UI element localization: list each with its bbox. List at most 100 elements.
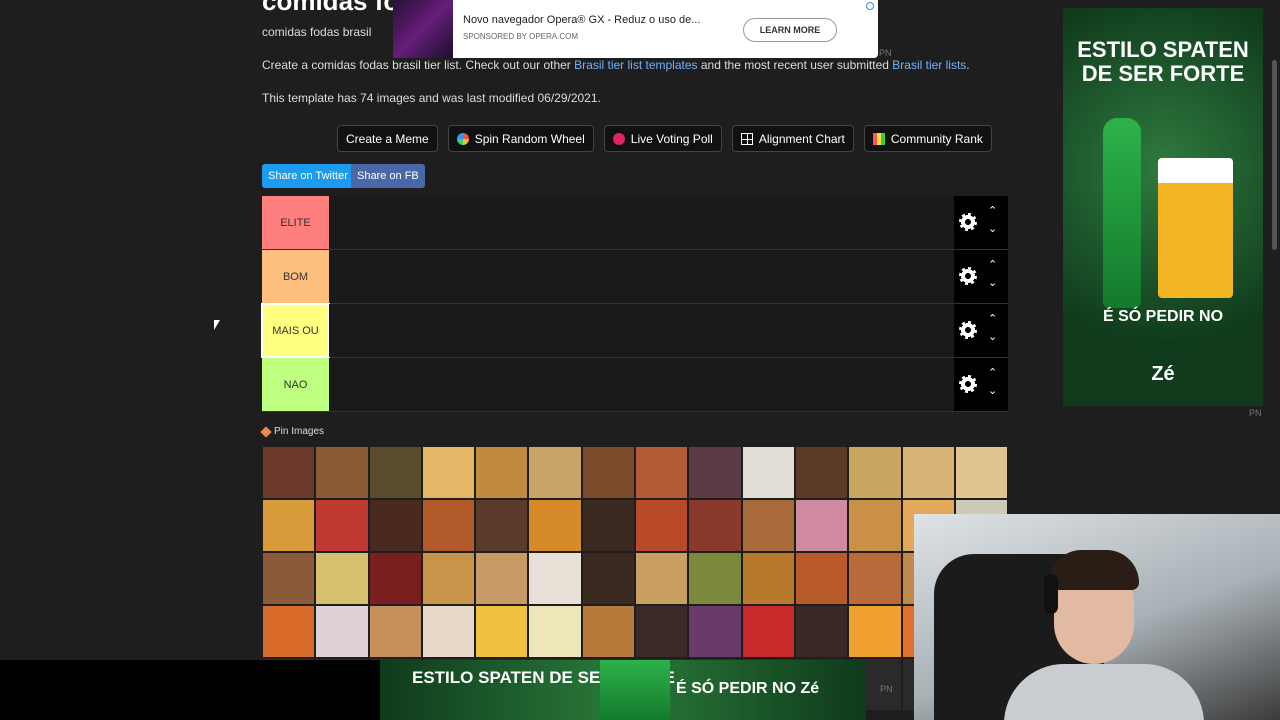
food-image-tile[interactable] [421,446,476,499]
food-image-tile[interactable] [688,605,742,658]
tier-label-nao[interactable]: NAO [262,358,329,411]
share-fb-button[interactable]: Share on FB [351,164,425,188]
ad-learn-more-button[interactable]: LEARN MORE [743,18,837,42]
tier-label-mais-ou[interactable]: MAIS OU [261,303,330,358]
food-image-tile[interactable] [475,446,529,499]
food-image-tile[interactable] [741,605,795,658]
voting-poll-label: Live Voting Poll [630,131,713,146]
food-image-tile[interactable] [262,552,316,605]
chevron-up-icon[interactable]: ⌃ [988,314,997,325]
food-image-tile[interactable] [368,446,422,499]
side-banner-ad[interactable]: ESTILO SPATEN DE SER FORTE É SÓ PEDIR NO… [1063,8,1263,406]
food-image-tile[interactable] [368,499,422,552]
alignment-chart-button[interactable]: Alignment Chart [731,125,854,152]
tier-dropzone[interactable] [329,250,954,303]
food-image-tile[interactable] [421,499,476,552]
food-image-tile[interactable] [528,499,582,552]
food-image-tile[interactable] [368,605,422,658]
wheel-icon [456,132,469,145]
gear-icon[interactable] [959,375,977,393]
food-image-tile[interactable] [262,499,316,552]
rank-icon [872,132,885,145]
action-toolbar: Create a Meme Spin Random Wheel Live Vot… [337,125,992,152]
food-image-tile[interactable] [315,499,369,552]
desc-prefix: Create a comidas fodas brasil tier list.… [262,58,575,72]
food-image-tile[interactable] [581,499,636,552]
food-image-tile[interactable] [581,552,636,605]
food-image-tile[interactable] [848,446,902,499]
tier-list: ELITE ⌃ ⌄ BOM ⌃ ⌄ MAIS OU ⌃ ⌄ NAO ⌃ ⌄ [261,196,1008,412]
tier-label-bom[interactable]: BOM [262,250,329,303]
food-image-tile[interactable] [741,446,795,499]
tier-dropzone[interactable] [329,196,954,249]
tier-label-elite[interactable]: ELITE [262,196,329,249]
food-image-tile[interactable] [848,552,902,605]
tier-dropzone[interactable] [329,358,954,411]
food-image-tile[interactable] [262,446,316,499]
templates-link[interactable]: Brasil tier list templates [574,58,697,72]
food-image-tile[interactable] [315,446,369,499]
food-image-tile[interactable] [794,499,849,552]
chevron-up-icon[interactable]: ⌃ [988,260,997,271]
food-image-tile[interactable] [688,499,742,552]
pin-images-toggle[interactable]: Pin Images [260,425,324,438]
bottom-ad-pn-label: PN [880,684,893,694]
create-meme-button[interactable]: Create a Meme [337,125,438,152]
gear-icon[interactable] [959,321,977,339]
food-image-tile[interactable] [848,499,902,552]
voting-poll-button[interactable]: Live Voting Poll [603,125,722,152]
food-image-tile[interactable] [635,605,689,658]
bottom-banner-ad[interactable]: ESTILO SPATEN DE SER FORTE É SÓ PEDIR NO… [380,660,866,720]
page-scrollbar[interactable] [1272,60,1277,250]
food-image-tile[interactable] [688,446,742,499]
food-image-tile[interactable] [794,552,849,605]
chevron-down-icon[interactable]: ⌄ [988,386,997,397]
chevron-down-icon[interactable]: ⌄ [988,332,997,343]
food-image-tile[interactable] [794,605,849,658]
community-rank-button[interactable]: Community Rank [863,125,992,152]
food-image-tile[interactable] [368,552,422,605]
template-info: This template has 74 images and was last… [262,91,601,105]
chevron-up-icon[interactable]: ⌃ [988,368,997,379]
tier-row: MAIS OU ⌃ ⌄ [261,303,1008,358]
food-image-tile[interactable] [581,605,636,658]
food-image-tile[interactable] [848,605,902,658]
food-image-tile[interactable] [741,499,795,552]
food-image-tile[interactable] [421,605,476,658]
food-image-tile[interactable] [528,446,582,499]
food-image-tile[interactable] [635,499,689,552]
spin-wheel-button[interactable]: Spin Random Wheel [447,125,594,152]
food-image-tile[interactable] [475,605,529,658]
chevron-down-icon[interactable]: ⌄ [988,224,997,235]
food-image-tile[interactable] [262,605,316,658]
food-image-tile[interactable] [475,552,529,605]
food-image-tile[interactable] [635,552,689,605]
top-banner-ad[interactable]: Novo navegador Opera® GX - Reduz o uso d… [393,0,892,58]
ad-info-icon[interactable] [866,2,874,10]
food-image-tile[interactable] [475,499,529,552]
food-image-tile[interactable] [794,446,849,499]
food-image-tile[interactable] [954,446,1009,499]
food-image-tile[interactable] [901,446,955,499]
food-image-tile[interactable] [315,605,369,658]
alignment-chart-label: Alignment Chart [758,131,845,146]
share-twitter-button[interactable]: Share on Twitter [262,164,354,188]
gear-icon[interactable] [959,267,977,285]
gear-icon[interactable] [959,213,977,231]
chevron-down-icon[interactable]: ⌄ [988,278,997,289]
side-ad-headline: ESTILO SPATEN DE SER FORTE [1077,37,1249,86]
user-lists-link[interactable]: Brasil tier lists [892,58,966,72]
food-image-tile[interactable] [635,446,689,499]
food-image-tile[interactable] [315,552,369,605]
food-image-tile[interactable] [528,552,582,605]
tier-dropzone[interactable] [329,304,954,357]
ad-thumbnail [393,0,453,58]
food-image-tile[interactable] [688,552,742,605]
food-image-tile[interactable] [421,552,476,605]
chevron-up-icon[interactable]: ⌃ [988,206,997,217]
food-image-tile[interactable] [741,552,795,605]
food-image-tile[interactable] [581,446,636,499]
page-subtitle: comidas fodas brasil [262,25,372,39]
bottom-strip [0,660,380,720]
food-image-tile[interactable] [528,605,582,658]
